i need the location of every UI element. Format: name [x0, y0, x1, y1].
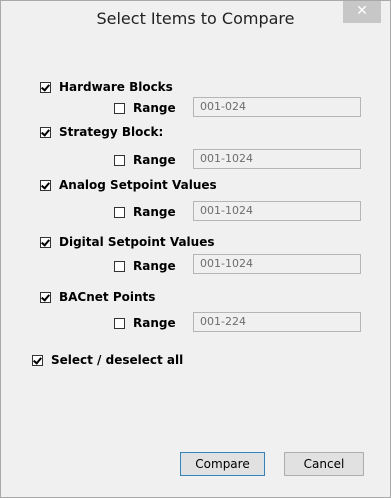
strategy-block-range-input[interactable]: 001-1024	[193, 149, 361, 169]
title-bar: Select Items to Compare ✕	[1, 1, 390, 35]
digital-setpoint-values-range-checkbox[interactable]	[114, 260, 125, 272]
hardware-blocks-label: Hardware Blocks	[59, 80, 173, 94]
item-row-strategy-block[interactable]: Strategy Block:	[40, 125, 163, 139]
range-row-analog-setpoint-values[interactable]: Range	[114, 205, 176, 219]
analog-setpoint-values-range-label: Range	[133, 205, 176, 219]
hardware-blocks-range-label: Range	[133, 101, 176, 115]
strategy-block-checkbox[interactable]	[40, 126, 51, 138]
analog-setpoint-values-range-input[interactable]: 001-1024	[193, 201, 361, 221]
bacnet-points-range-input[interactable]: 001-224	[193, 312, 361, 332]
item-row-hardware-blocks[interactable]: Hardware Blocks	[40, 80, 173, 94]
item-row-bacnet-points[interactable]: BACnet Points	[40, 290, 155, 304]
digital-setpoint-values-checkbox[interactable]	[40, 236, 51, 248]
compare-button[interactable]: Compare	[180, 452, 265, 476]
bacnet-points-range-checkbox[interactable]	[114, 317, 125, 329]
analog-setpoint-values-range-checkbox[interactable]	[114, 206, 125, 218]
bacnet-points-label: BACnet Points	[59, 290, 156, 304]
range-row-bacnet-points[interactable]: Range	[114, 316, 176, 330]
item-row-analog-setpoint-values[interactable]: Analog Setpoint Values	[40, 178, 217, 192]
select-all-row[interactable]: Select / deselect all	[32, 353, 183, 367]
cancel-button[interactable]: Cancel	[284, 452, 364, 476]
range-row-hardware-blocks[interactable]: Range	[114, 101, 176, 115]
strategy-block-range-checkbox[interactable]	[114, 154, 125, 166]
close-button[interactable]: ✕	[343, 1, 381, 23]
dialog-window: Select Items to Compare ✕	[0, 0, 391, 498]
strategy-block-label: Strategy Block:	[59, 125, 164, 139]
analog-setpoint-values-checkbox[interactable]	[40, 179, 51, 191]
analog-setpoint-values-label: Analog Setpoint Values	[59, 178, 217, 192]
hardware-blocks-range-input[interactable]: 001-024	[193, 97, 361, 117]
bacnet-points-checkbox[interactable]	[40, 291, 51, 303]
digital-setpoint-values-label: Digital Setpoint Values	[59, 235, 215, 249]
bacnet-points-range-label: Range	[133, 316, 176, 330]
hardware-blocks-checkbox[interactable]	[40, 81, 51, 93]
dialog-title: Select Items to Compare	[96, 9, 295, 28]
hardware-blocks-range-checkbox[interactable]	[114, 102, 125, 114]
select-all-checkbox[interactable]	[32, 354, 43, 366]
digital-setpoint-values-range-input[interactable]: 001-1024	[193, 254, 361, 274]
digital-setpoint-values-range-label: Range	[133, 259, 176, 273]
range-row-strategy-block[interactable]: Range	[114, 153, 176, 167]
range-row-digital-setpoint-values[interactable]: Range	[114, 259, 176, 273]
close-icon: ✕	[356, 3, 368, 19]
select-all-label: Select / deselect all	[51, 353, 184, 367]
item-row-digital-setpoint-values[interactable]: Digital Setpoint Values	[40, 235, 215, 249]
strategy-block-range-label: Range	[133, 153, 176, 167]
